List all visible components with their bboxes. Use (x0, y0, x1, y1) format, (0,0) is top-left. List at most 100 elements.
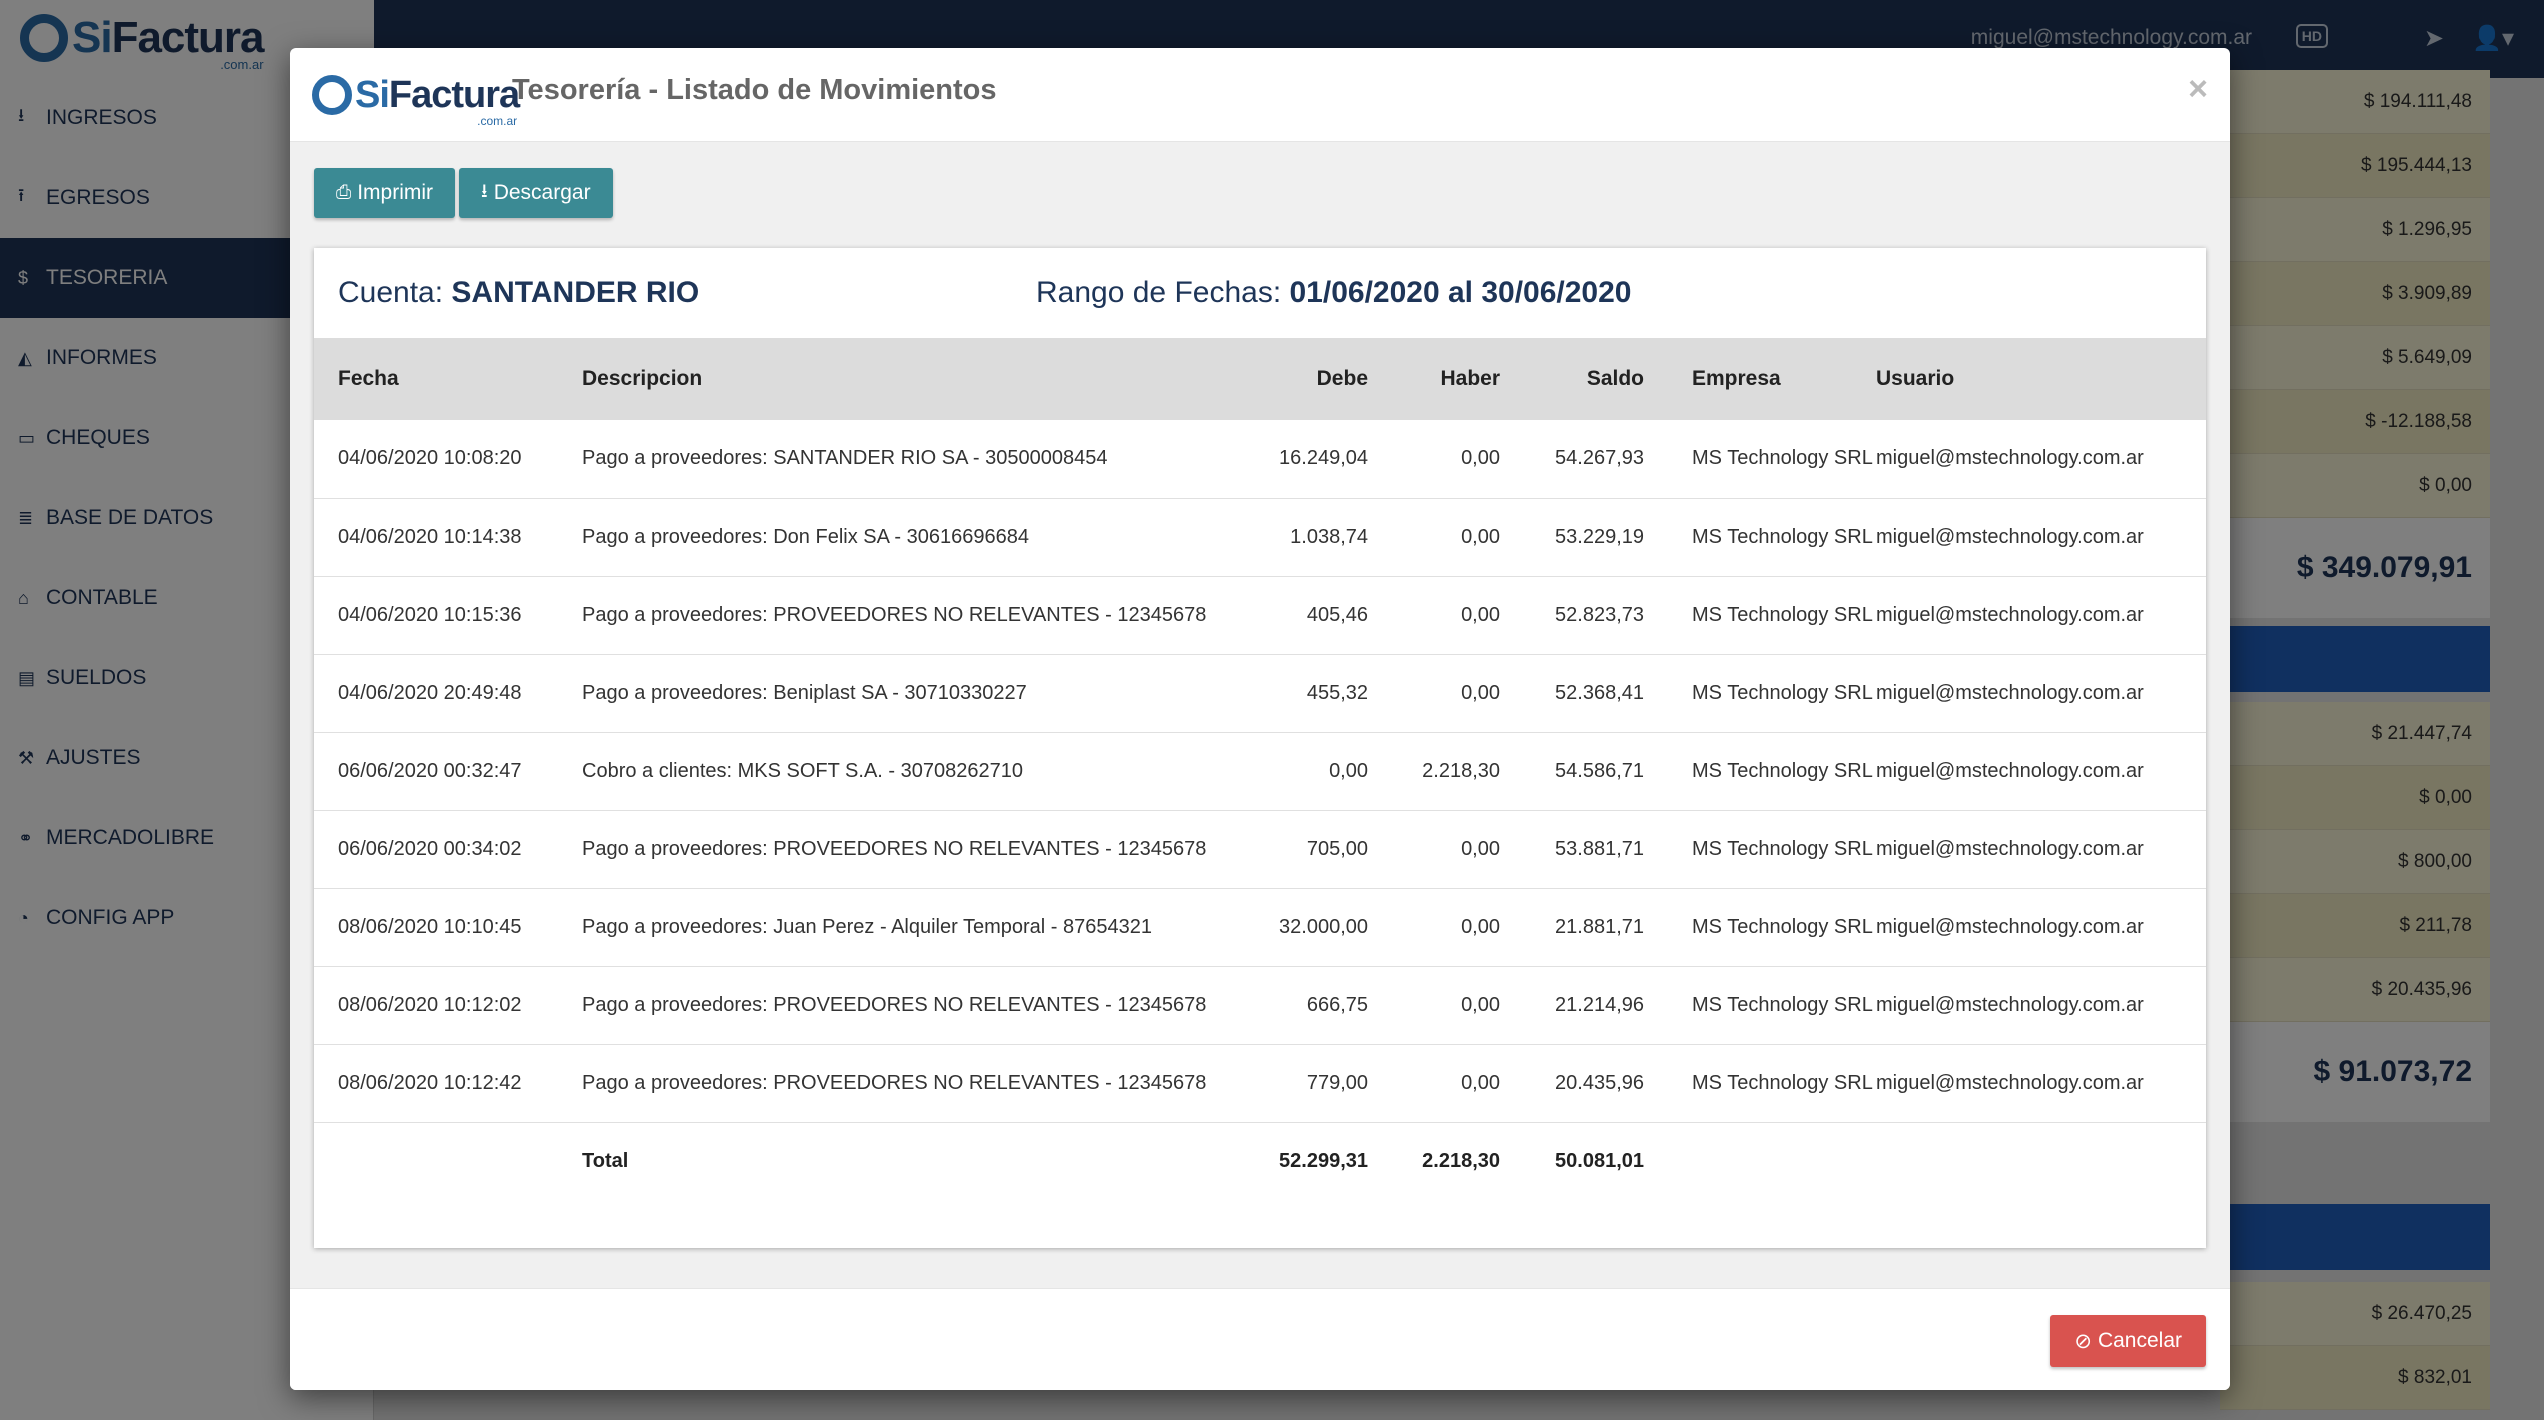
cell-usuario: miguel@mstechnology.com.ar (1876, 993, 2144, 1016)
cell-descripcion: Pago a proveedores: Juan Perez - Alquile… (582, 915, 1152, 938)
column-header-empresa: Empresa (1692, 367, 1781, 390)
cell-saldo: 52.368,41 (1555, 681, 1644, 704)
table-row: 04/06/2020 10:14:38 Pago a proveedores: … (314, 498, 2206, 576)
cell-descripcion: Pago a proveedores: Beniplast SA - 30710… (582, 681, 1027, 704)
ban-icon: ⊘ (2074, 1329, 2092, 1353)
table-row: 04/06/2020 10:15:36 Pago a proveedores: … (314, 576, 2206, 654)
total-haber: 2.218,30 (1422, 1149, 1500, 1172)
cell-haber: 0,00 (1461, 447, 1500, 470)
cell-empresa: MS Technology SRL (1692, 993, 1873, 1016)
cell-usuario: miguel@mstechnology.com.ar (1876, 447, 2144, 470)
account-name: SANTANDER RIO (451, 276, 700, 309)
cell-usuario: miguel@mstechnology.com.ar (1876, 915, 2144, 938)
table-row: 08/06/2020 10:10:45 Pago a proveedores: … (314, 888, 2206, 966)
cell-empresa: MS Technology SRL (1692, 603, 1873, 626)
cell-saldo: 21.881,71 (1555, 915, 1644, 938)
column-header-debe: Debe (1316, 367, 1368, 390)
cell-fecha: 04/06/2020 10:15:36 (338, 603, 522, 626)
cell-fecha: 04/06/2020 20:49:48 (338, 681, 522, 704)
cell-descripcion: Pago a proveedores: PROVEEDORES NO RELEV… (582, 837, 1207, 860)
modal-body: ⎙ Imprimir ⭳ Descargar Cuenta: SANTANDER R… (290, 142, 2230, 1288)
cell-descripcion: Pago a proveedores: PROVEEDORES NO RELEV… (582, 603, 1207, 626)
cell-empresa: MS Technology SRL (1692, 681, 1873, 704)
cell-saldo: 20.435,96 (1555, 1071, 1644, 1094)
cell-saldo: 52.823,73 (1555, 603, 1644, 626)
close-icon[interactable]: × (2188, 70, 2208, 109)
cell-haber: 0,00 (1461, 837, 1500, 860)
cell-debe: 0,00 (1329, 759, 1368, 782)
download-button[interactable]: ⭳ Descargar (459, 168, 613, 218)
cell-haber: 0,00 (1461, 525, 1500, 548)
cell-haber: 0,00 (1461, 603, 1500, 626)
sifactura-logo: SiFactura .com.ar (312, 70, 520, 128)
cell-debe: 705,00 (1306, 837, 1368, 860)
cell-descripcion: Cobro a clientes: MKS SOFT S.A. - 307082… (582, 759, 1023, 782)
cancel-button[interactable]: ⊘ Cancelar (2050, 1315, 2206, 1367)
total-row: Total 52.299,31 2.218,30 50.081,01 (314, 1122, 2206, 1200)
account-info: Cuenta: SANTANDER RIO (338, 276, 700, 309)
cell-debe: 779,00 (1306, 1071, 1368, 1094)
date-range: 01/06/2020 al 30/06/2020 (1289, 276, 1632, 309)
cell-empty (314, 1122, 582, 1200)
cell-usuario: miguel@mstechnology.com.ar (1876, 603, 2144, 626)
cell-saldo: 54.267,93 (1555, 447, 1644, 470)
table-row: 08/06/2020 10:12:42 Pago a proveedores: … (314, 1044, 2206, 1122)
total-saldo: 50.081,01 (1555, 1149, 1644, 1172)
cell-haber: 0,00 (1461, 915, 1500, 938)
cell-fecha: 06/06/2020 00:32:47 (338, 759, 522, 782)
movements-table: Fecha Descripcion Debe Haber Saldo Empre… (314, 338, 2206, 1200)
cell-saldo: 53.229,19 (1555, 525, 1644, 548)
print-icon: ⎙ (336, 182, 352, 203)
cell-empresa: MS Technology SRL (1692, 447, 1873, 470)
table-row: 04/06/2020 10:08:20 Pago a proveedores: … (314, 420, 2206, 498)
cell-empresa: MS Technology SRL (1692, 915, 1873, 938)
logo-ring-icon (312, 75, 352, 115)
cell-descripcion: Pago a proveedores: PROVEEDORES NO RELEV… (582, 1071, 1207, 1094)
column-header-haber: Haber (1440, 367, 1500, 390)
cell-empty (1876, 1122, 2206, 1200)
cell-saldo: 21.214,96 (1555, 993, 1644, 1016)
cell-fecha: 04/06/2020 10:08:20 (338, 447, 522, 470)
cell-debe: 455,32 (1306, 681, 1368, 704)
cell-debe: 16.249,04 (1279, 447, 1368, 470)
cell-descripcion: Pago a proveedores: PROVEEDORES NO RELEV… (582, 993, 1207, 1016)
cell-haber: 0,00 (1461, 993, 1500, 1016)
cell-fecha: 04/06/2020 10:14:38 (338, 525, 522, 548)
cell-haber: 0,00 (1461, 681, 1500, 704)
report-card: Cuenta: SANTANDER RIO Rango de Fechas: 0… (314, 248, 2206, 1248)
cell-empty (1644, 1122, 1876, 1200)
cell-empresa: MS Technology SRL (1692, 759, 1873, 782)
column-header-saldo: Saldo (1586, 367, 1644, 390)
cell-saldo: 54.586,71 (1555, 759, 1644, 782)
date-range-info: Rango de Fechas: 01/06/2020 al 30/06/202… (1036, 276, 1632, 309)
cell-descripcion: Pago a proveedores: SANTANDER RIO SA - 3… (582, 447, 1108, 470)
column-header-fecha: Fecha (338, 367, 399, 390)
cell-empresa: MS Technology SRL (1692, 1071, 1873, 1094)
cell-usuario: miguel@mstechnology.com.ar (1876, 759, 2144, 782)
column-header-usuario: Usuario (1876, 367, 1955, 390)
cell-empresa: MS Technology SRL (1692, 525, 1873, 548)
modal-title: Tesorería - Listado de Movimientos (512, 74, 997, 106)
column-header-descripcion: Descripcion (582, 367, 703, 390)
cell-saldo: 53.881,71 (1555, 837, 1644, 860)
download-icon: ⭳ (481, 181, 488, 202)
cell-usuario: miguel@mstechnology.com.ar (1876, 837, 2144, 860)
table-row: 04/06/2020 20:49:48 Pago a proveedores: … (314, 654, 2206, 732)
cell-haber: 2.218,30 (1422, 759, 1500, 782)
cell-haber: 0,00 (1461, 1071, 1500, 1094)
modal-footer: ⊘ Cancelar (290, 1288, 2230, 1390)
cell-usuario: miguel@mstechnology.com.ar (1876, 525, 2144, 548)
cell-empresa: MS Technology SRL (1692, 837, 1873, 860)
cell-debe: 405,46 (1306, 603, 1368, 626)
cell-fecha: 06/06/2020 00:34:02 (338, 837, 522, 860)
table-header-row: Fecha Descripcion Debe Haber Saldo Empre… (314, 338, 2206, 420)
print-button[interactable]: ⎙ Imprimir (314, 168, 456, 218)
cell-usuario: miguel@mstechnology.com.ar (1876, 681, 2144, 704)
cell-debe: 1.038,74 (1290, 525, 1368, 548)
cell-fecha: 08/06/2020 10:12:42 (338, 1071, 522, 1094)
modal-header: SiFactura .com.ar Tesorería - Listado de… (290, 48, 2230, 142)
report-header: Cuenta: SANTANDER RIO Rango de Fechas: 0… (314, 248, 2206, 338)
cell-debe: 666,75 (1306, 993, 1368, 1016)
cell-descripcion: Pago a proveedores: Don Felix SA - 30616… (582, 525, 1029, 548)
cell-usuario: miguel@mstechnology.com.ar (1876, 1071, 2144, 1094)
